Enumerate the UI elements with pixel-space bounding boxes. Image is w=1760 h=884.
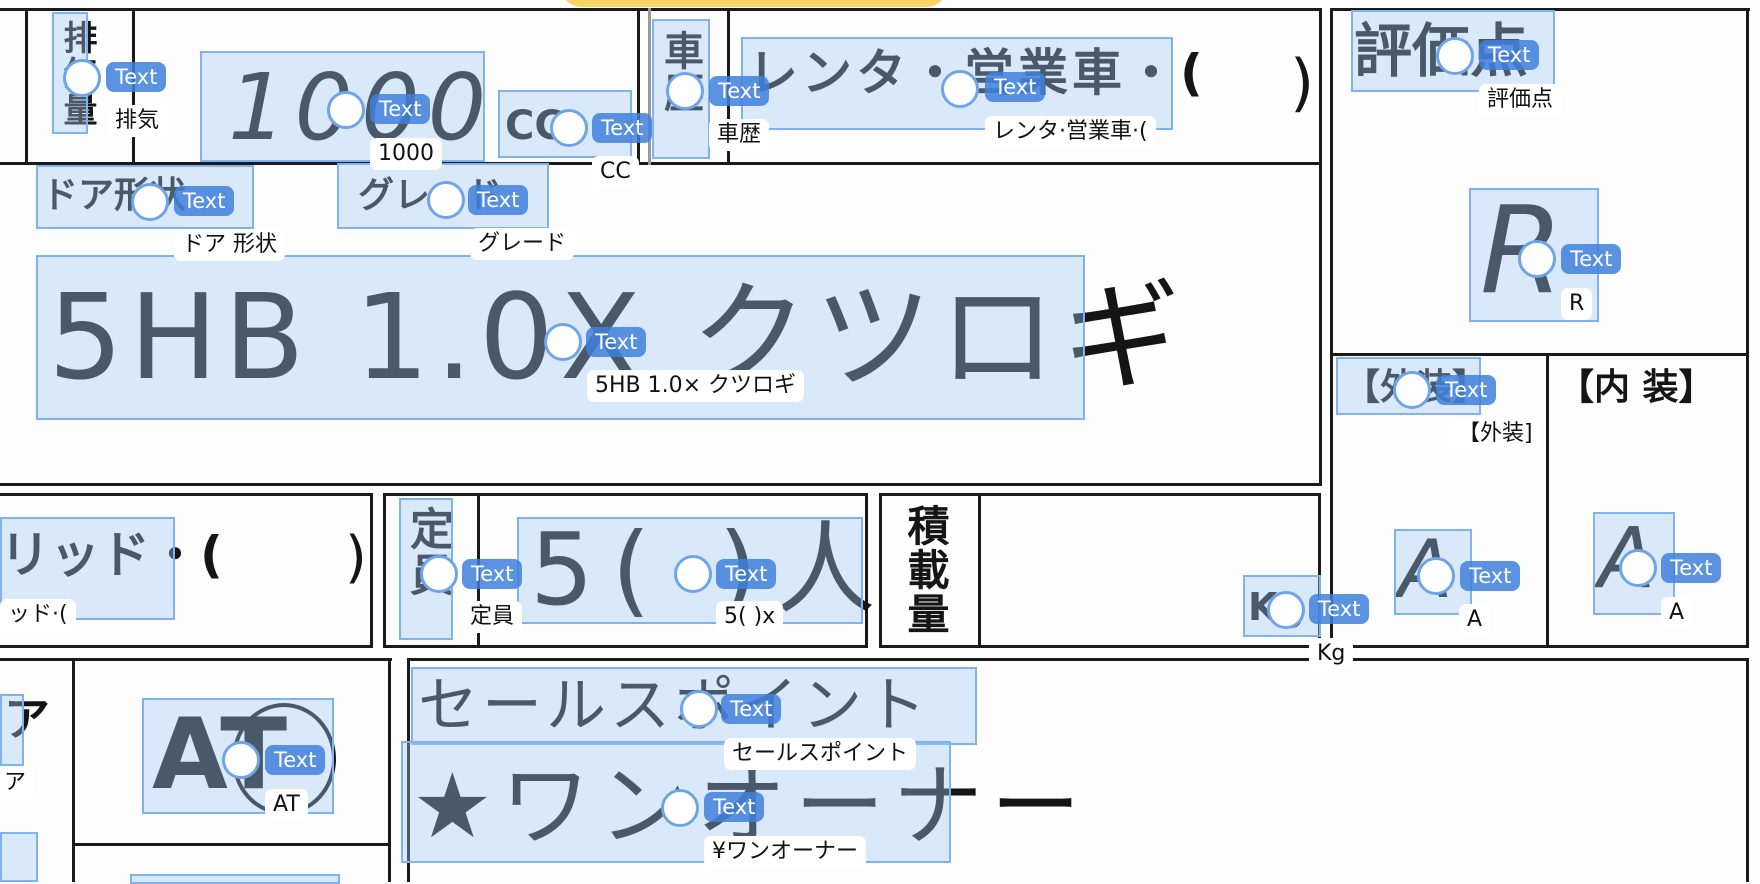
form-line (383, 645, 868, 648)
text-tag: Text (1479, 40, 1540, 70)
load-label: 積載量 (901, 504, 950, 636)
marker-dot[interactable] (941, 70, 979, 108)
ocr-label: R (1561, 288, 1593, 320)
form-line (1330, 645, 1749, 648)
form-line (25, 8, 28, 165)
marker-dot[interactable] (131, 183, 169, 221)
ocr-box-a-left[interactable] (0, 694, 24, 766)
ocr-label: 1000 (370, 138, 442, 170)
form-line (383, 493, 868, 496)
text-tag: Text (586, 327, 647, 357)
marker-dot[interactable] (420, 555, 458, 593)
form-line (1546, 353, 1549, 648)
ocr-label: 【外装] (1450, 418, 1541, 450)
text-tag: Text (716, 559, 777, 589)
top-banner (560, 0, 948, 7)
interior-label: 【内 装】 (1558, 367, 1715, 408)
ocr-label: ッド·( (0, 599, 76, 631)
marker-dot[interactable] (680, 690, 718, 728)
ocr-label: 車歴 (709, 119, 770, 151)
form-line (879, 493, 1321, 496)
text-tag: Text (1460, 561, 1521, 591)
ocr-label: レンタ·営業車·( (985, 116, 1156, 148)
marker-dot[interactable] (1619, 549, 1657, 587)
marker-dot[interactable] (666, 72, 704, 110)
history-close: ) (1290, 46, 1315, 119)
text-tag: Text (985, 72, 1046, 102)
marker-dot[interactable] (1417, 557, 1455, 595)
ocr-label: CC (592, 156, 639, 188)
form-line (370, 493, 373, 648)
form-line (383, 493, 386, 648)
text-tag: Text (370, 94, 431, 124)
ocr-label: A (1459, 604, 1491, 636)
marker-dot[interactable] (544, 323, 582, 361)
marker-dot[interactable] (661, 789, 699, 827)
marker-dot[interactable] (674, 555, 712, 593)
ocr-label: 5( )x (716, 601, 784, 633)
form-line (1319, 8, 1322, 486)
ocr-label: A (1661, 597, 1693, 629)
text-tag: Text (265, 745, 326, 775)
form-line (72, 843, 390, 846)
text-tag: Text (1436, 375, 1497, 405)
form-line (1330, 353, 1749, 356)
form-line (978, 493, 981, 648)
form-line (1330, 8, 1333, 648)
marker-dot[interactable] (1436, 37, 1474, 75)
ocr-label: 排気 (107, 105, 168, 137)
text-tag: Text (1661, 553, 1722, 583)
ocr-label: Kg (1309, 638, 1354, 670)
ocr-label: ¥ワンオーナー (704, 836, 866, 868)
text-tag: Text (709, 76, 770, 106)
text-tag: Text (468, 185, 529, 215)
hybrid-close: ) (345, 525, 367, 590)
ocr-label: グレード (470, 228, 575, 260)
form-line (879, 645, 1321, 648)
ocr-label: 5HB 1.0× クツロギ (587, 370, 805, 402)
text-tag: Text (721, 694, 782, 724)
marker-dot[interactable] (1267, 591, 1305, 629)
text-tag: Text (462, 559, 523, 589)
form-line (0, 483, 1322, 486)
marker-dot[interactable] (550, 109, 588, 147)
ocr-box-partial[interactable] (130, 874, 340, 884)
text-tag: Text (592, 113, 653, 143)
text-tag: Text (1561, 244, 1622, 274)
marker-dot[interactable] (1393, 371, 1431, 409)
text-tag: Text (106, 62, 167, 92)
ocr-box-partial[interactable] (0, 832, 38, 882)
form-line (1746, 8, 1749, 648)
ocr-label: セールスポイント (724, 738, 917, 770)
form-line (1746, 658, 1749, 882)
text-tag: Text (1309, 594, 1370, 624)
text-tag: Text (174, 186, 235, 216)
marker-dot[interactable] (63, 59, 101, 97)
marker-dot[interactable] (222, 741, 260, 779)
ocr-label: 評価点 (1479, 84, 1562, 116)
marker-dot[interactable] (1518, 240, 1556, 278)
marker-dot[interactable] (427, 181, 465, 219)
form-line (0, 645, 373, 648)
form-line (0, 493, 373, 496)
text-tag: Text (704, 792, 765, 822)
ocr-label: ドア 形状 (174, 229, 285, 261)
form-line (72, 658, 75, 882)
ocr-label: 定員 (462, 601, 523, 633)
ocr-label: ア (0, 767, 35, 799)
form-line (408, 658, 1749, 661)
marker-dot[interactable] (327, 91, 365, 129)
ocr-label: AT (265, 789, 308, 821)
form-line (0, 658, 392, 661)
form-line (0, 8, 1322, 11)
form-line (388, 658, 391, 882)
